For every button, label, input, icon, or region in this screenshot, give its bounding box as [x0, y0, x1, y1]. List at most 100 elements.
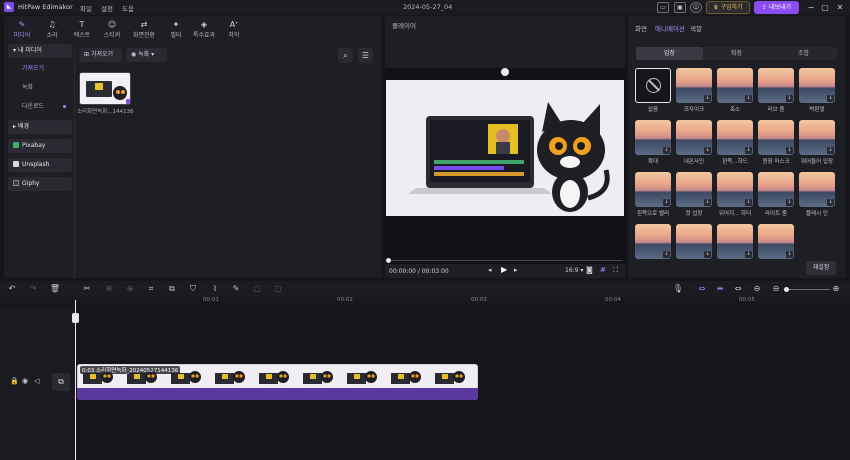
animation-tile-none[interactable] [635, 68, 671, 103]
volume-icon[interactable]: ◁ [34, 377, 39, 385]
tab-screen[interactable]: 화면 [635, 23, 647, 33]
tool-sticker[interactable]: ☺ 스티커 [96, 19, 128, 41]
menu-settings[interactable]: 설정 [101, 3, 113, 13]
close-icon[interactable]: ✕ [833, 1, 847, 14]
tool-subtitle[interactable]: Aᐩ 자막 [218, 19, 250, 41]
tool-media[interactable]: ✎ 미디어 [6, 19, 38, 41]
animation-tile[interactable]: ↓ [676, 120, 712, 155]
sidebar-item-record[interactable]: 녹화 [8, 81, 72, 95]
snap-icon[interactable]: ⇹ [714, 284, 726, 294]
redo-icon[interactable]: ↷ [27, 284, 39, 294]
reset-button[interactable]: 재설정 [806, 261, 836, 275]
import-button[interactable]: ⊞ 가져오기 [79, 48, 122, 62]
sidebar-my-media[interactable]: ▾ 내 미디어 [8, 44, 72, 58]
pen-icon[interactable]: ✎ [230, 284, 242, 294]
play-icon[interactable]: ▶ [501, 265, 507, 274]
menu-file[interactable]: 파일 [80, 3, 92, 13]
track-cover-icon[interactable]: ⧉ [52, 373, 70, 391]
chat-icon[interactable]: ▭ [657, 2, 669, 13]
animation-tile[interactable]: ↓ [758, 68, 794, 103]
sidebar-item-import[interactable]: 가져오기 [8, 62, 72, 76]
playhead[interactable] [75, 300, 76, 460]
rotate-icon[interactable]: ⊕ [124, 284, 136, 294]
maximize-icon[interactable]: ▢ [818, 1, 832, 14]
shield-icon[interactable]: ⛉ [187, 284, 199, 294]
animation-tile[interactable]: ↓ [635, 172, 671, 207]
tool-effects[interactable]: ◈ 특수효과 [188, 19, 220, 41]
undo-icon[interactable]: ↶ [6, 284, 18, 294]
zoom-in-icon[interactable]: ⊕ [830, 284, 842, 294]
sidebar-item-download[interactable]: 다운로드 [8, 100, 72, 114]
animation-tile[interactable]: ↓ [758, 224, 794, 259]
animation-tile[interactable]: ↓ [799, 68, 835, 103]
fit-icon[interactable]: ⇔ [732, 284, 744, 294]
animation-tile[interactable]: ↓ [758, 120, 794, 155]
segment-in[interactable]: 입장 [636, 47, 703, 60]
prev-frame-icon[interactable]: ◂ [488, 266, 492, 274]
zoom-slider[interactable] [787, 289, 830, 290]
tool-text[interactable]: T 텍스트 [66, 19, 98, 41]
sidebar-giphy[interactable]: Giphy [8, 177, 72, 191]
sidebar-background[interactable]: ▸ 배경 [8, 120, 72, 134]
zoom-out-icon[interactable]: ⊖ [770, 284, 782, 294]
media-thumbnail[interactable] [79, 72, 131, 105]
animation-tile[interactable]: ↓ [676, 172, 712, 207]
link-icon[interactable]: ⇔ [696, 284, 708, 294]
gift-icon[interactable]: ▣ [674, 2, 686, 13]
tool-audio[interactable]: ♫ 소리 [36, 19, 68, 41]
export-button[interactable]: ⇪ 내보내기 [754, 1, 799, 14]
thumbnail-image [80, 73, 130, 104]
animation-tile[interactable]: ↓ [717, 68, 753, 103]
lock-icon[interactable]: 🔒 [10, 377, 19, 385]
rotate-handle-icon[interactable] [501, 68, 509, 76]
minimize-icon[interactable]: − [804, 1, 818, 14]
split-icon[interactable]: ✂ [81, 284, 93, 294]
freeze-icon[interactable]: ⧉ [166, 284, 178, 294]
grid-icon[interactable]: # [600, 266, 606, 274]
zoom-fit-icon[interactable]: ⊖ [751, 284, 763, 294]
snapshot-icon[interactable]: ◙ [586, 266, 593, 274]
animation-tile[interactable]: ↓ [676, 224, 712, 259]
detach-icon[interactable]: ▢ [272, 284, 284, 294]
audio-waveform[interactable] [77, 388, 478, 400]
record-dropdown[interactable]: ◉ 녹화 ▾ [126, 48, 167, 62]
microphone-icon[interactable]: 🎙 [672, 284, 684, 294]
sidebar-unsplash[interactable]: Unsplash [8, 158, 72, 172]
aspect-ratio-dropdown[interactable]: 16:9 ▾ [565, 267, 583, 274]
preview-frame[interactable] [386, 80, 624, 216]
menu-help[interactable]: 도움 [122, 3, 134, 13]
delete-icon[interactable]: 🗑 [49, 284, 61, 294]
buy-button[interactable]: ♛ 구입하기 [706, 1, 750, 14]
animation-tile[interactable]: ↓ [758, 172, 794, 207]
animation-tile[interactable]: ↓ [717, 224, 753, 259]
playhead-handle[interactable] [72, 313, 79, 323]
animation-tile[interactable]: ↓ [635, 120, 671, 155]
animation-tile[interactable]: ↓ [799, 120, 835, 155]
timeline-ruler[interactable]: 00:01 00:02 00:03 00:04 00:05 [0, 297, 850, 307]
download-icon: ↓ [827, 147, 834, 154]
resize-icon[interactable]: ⌗ [145, 284, 157, 294]
speed-icon[interactable]: ⌇ [209, 284, 221, 294]
tool-transition[interactable]: ⇄ 화면전환 [128, 19, 160, 41]
tab-color[interactable]: 색깔 [690, 23, 702, 33]
zoom-slider-handle[interactable] [784, 287, 789, 292]
sidebar-pixabay[interactable]: Pixabay [8, 139, 72, 153]
animation-tile[interactable]: ↓ [717, 172, 753, 207]
eye-icon[interactable]: ◉ [22, 377, 28, 385]
next-frame-icon[interactable]: ▸ [514, 266, 518, 274]
tab-animation[interactable]: 애니메이션 [655, 23, 685, 33]
mask-icon[interactable]: ▢ [251, 284, 263, 294]
animation-tile[interactable]: ↓ [799, 172, 835, 207]
playback-scrubber[interactable] [388, 260, 622, 261]
animation-tile[interactable]: ↓ [676, 68, 712, 103]
animation-tile[interactable]: ↓ [635, 224, 671, 259]
segment-combo[interactable]: 조합 [770, 47, 837, 60]
scrubber-handle[interactable] [386, 258, 391, 263]
fullscreen-icon[interactable]: ⛶ [613, 266, 618, 275]
account-icon[interactable]: ☺ [690, 2, 702, 13]
segment-out[interactable]: 퇴장 [703, 47, 770, 60]
animation-tile[interactable]: ↓ [717, 120, 753, 155]
crop-icon[interactable]: ⊕ [103, 284, 115, 294]
search-icon[interactable]: ⌕ [338, 48, 353, 63]
list-view-icon[interactable]: ☰ [358, 48, 373, 63]
